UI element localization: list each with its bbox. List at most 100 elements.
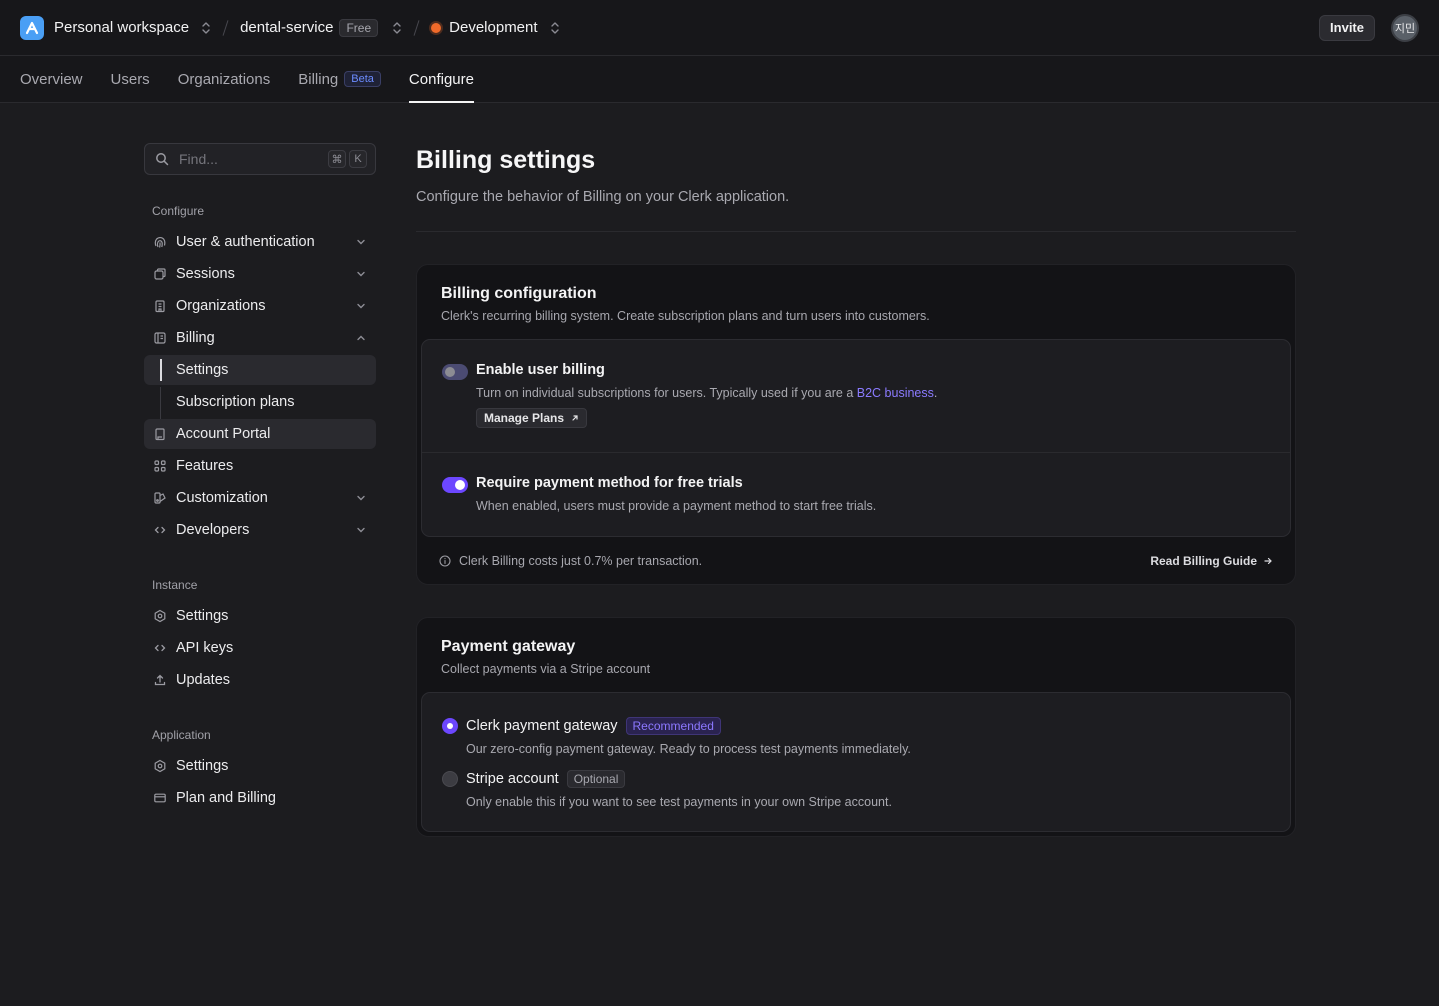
avatar[interactable]: 지민	[1391, 13, 1419, 42]
chevron-down-icon	[356, 525, 366, 535]
billing-icon	[152, 331, 168, 345]
button-label: Manage Plans	[484, 411, 565, 425]
tab-overview[interactable]: Overview	[20, 56, 83, 102]
sidebar-item-features[interactable]: Features	[144, 451, 376, 481]
card-title: Payment gateway	[441, 638, 576, 655]
b2c-business-link[interactable]: B2C business	[857, 386, 934, 400]
sidebar-item-label: User & authentication	[176, 234, 315, 250]
sidebar-item-label: Customization	[176, 490, 268, 506]
read-billing-guide-link[interactable]: Read Billing Guide	[1150, 554, 1273, 568]
setting-title: Require payment method for free trials	[476, 475, 743, 491]
upload-icon	[152, 673, 168, 687]
chevron-up-icon	[356, 333, 366, 343]
stripe-account-option[interactable]: Stripe account Optional Only enable this…	[422, 770, 1290, 809]
search-input[interactable]: Find... ⌘ K	[144, 143, 376, 175]
app-name[interactable]: dental-service	[240, 19, 333, 36]
tab-users[interactable]: Users	[111, 56, 150, 102]
sidebar-item-customization[interactable]: Customization	[144, 483, 376, 513]
tab-configure[interactable]: Configure	[408, 56, 475, 103]
building-icon	[152, 299, 168, 313]
grid-icon	[152, 459, 168, 473]
payment-gateway-card: Payment gateway Collect payments via a S…	[416, 617, 1296, 837]
tab-billing[interactable]: Billing Beta	[298, 56, 381, 102]
enable-user-billing-row: Enable user billing Turn on individual s…	[422, 340, 1290, 428]
portal-icon	[152, 427, 168, 441]
clerk-gateway-radio[interactable]	[442, 718, 458, 734]
workspace-logo-icon[interactable]	[20, 15, 44, 40]
workspace-switcher-icon[interactable]	[201, 21, 211, 35]
option-title: Clerk payment gateway	[466, 718, 618, 734]
require-payment-toggle[interactable]	[442, 477, 468, 493]
sidebar-item-billing-settings[interactable]: Settings	[144, 355, 376, 385]
hex-gear-icon	[152, 759, 168, 773]
sidebar-item-label: Developers	[176, 522, 250, 538]
section-title-instance: Instance	[152, 578, 198, 592]
recommended-badge: Recommended	[625, 717, 721, 735]
main-content: Billing settings Configure the behavior …	[416, 143, 1296, 837]
require-payment-row: Require payment method for free trials W…	[422, 453, 1290, 536]
sidebar-item-subscription-plans[interactable]: Subscription plans	[144, 387, 376, 419]
invite-button[interactable]: Invite	[1319, 14, 1375, 41]
code-icon	[152, 641, 168, 655]
environment-name[interactable]: Development	[449, 19, 537, 36]
sidebar-item-api-keys[interactable]: API keys	[144, 633, 376, 663]
sidebar-item-developers[interactable]: Developers	[144, 515, 376, 545]
section-title-configure: Configure	[152, 204, 205, 218]
sidebar-item-organizations[interactable]: Organizations	[144, 291, 376, 321]
link-label: Read Billing Guide	[1150, 553, 1257, 568]
option-description: Only enable this if you want to see test…	[466, 795, 892, 809]
tab-label: Configure	[408, 70, 474, 88]
tab-organizations[interactable]: Organizations	[178, 56, 271, 102]
main-tabs: Overview Users Organizations Billing Bet…	[0, 56, 1439, 103]
page-subtitle: Configure the behavior of Billing on you…	[416, 189, 790, 205]
manage-plans-button[interactable]: Manage Plans	[476, 408, 588, 428]
sidebar-item-updates[interactable]: Updates	[144, 665, 376, 695]
breadcrumb-separator	[413, 19, 420, 36]
sidebar-item-account-portal[interactable]: Account Portal	[144, 419, 376, 449]
sidebar-item-application-settings[interactable]: Settings	[144, 751, 376, 781]
sidebar-item-label: Organizations	[176, 298, 266, 314]
sidebar-item-billing[interactable]: Billing	[144, 323, 376, 353]
chevron-down-icon	[356, 269, 366, 279]
card-title: Billing configuration	[441, 285, 597, 302]
sidebar-item-instance-settings[interactable]: Settings	[144, 601, 376, 631]
chevron-down-icon	[356, 493, 366, 503]
section-title-application: Application	[152, 728, 211, 742]
card-subtitle: Collect payments via a Stripe account	[441, 662, 651, 676]
sidebar-item-plan-and-billing[interactable]: Plan and Billing	[144, 783, 376, 813]
command-key-hint: ⌘	[328, 150, 346, 168]
stripe-account-radio[interactable]	[442, 771, 458, 787]
clerk-gateway-option[interactable]: Clerk payment gateway Recommended Our ze…	[422, 717, 1290, 756]
hex-gear-icon	[152, 609, 168, 623]
sidebar: Find... ⌘ K Configure User & authenticat…	[144, 143, 376, 815]
sidebar-item-label: Account Portal	[176, 426, 271, 442]
chevron-down-icon	[356, 301, 366, 311]
sidebar-item-sessions[interactable]: Sessions	[144, 259, 376, 289]
option-title: Stripe account	[466, 771, 559, 787]
info-icon	[439, 554, 451, 567]
page-title: Billing settings	[416, 146, 596, 174]
gateway-options-panel: Clerk payment gateway Recommended Our ze…	[421, 692, 1291, 832]
enable-user-billing-toggle[interactable]	[442, 364, 468, 380]
setting-description: Turn on individual subscriptions for use…	[476, 386, 938, 400]
sidebar-item-label: Subscription plans	[176, 394, 295, 410]
sidebar-item-label: Plan and Billing	[176, 790, 276, 806]
sidebar-item-user-authentication[interactable]: User & authentication	[144, 227, 376, 257]
setting-title: Enable user billing	[476, 362, 605, 378]
tab-label: Billing	[298, 70, 339, 88]
tab-label: Users	[110, 70, 150, 88]
setting-description: When enabled, users must provide a payme…	[476, 499, 877, 513]
plan-badge: Free	[339, 18, 379, 37]
workspace-name[interactable]: Personal workspace	[54, 19, 189, 36]
external-link-icon	[571, 414, 579, 422]
optional-badge: Optional	[566, 770, 626, 788]
card-subtitle: Clerk's recurring billing system. Create…	[441, 309, 930, 323]
billing-options-panel: Enable user billing Turn on individual s…	[421, 339, 1291, 537]
sidebar-item-label: Features	[176, 458, 234, 474]
breadcrumb-separator	[222, 19, 229, 36]
option-description: Our zero-config payment gateway. Ready t…	[466, 742, 911, 756]
beta-badge: Beta	[344, 71, 381, 87]
billing-cost-note: Clerk Billing costs just 0.7% per transa…	[459, 553, 703, 568]
app-switcher-icon[interactable]	[392, 21, 402, 35]
environment-switcher-icon[interactable]	[550, 21, 560, 35]
